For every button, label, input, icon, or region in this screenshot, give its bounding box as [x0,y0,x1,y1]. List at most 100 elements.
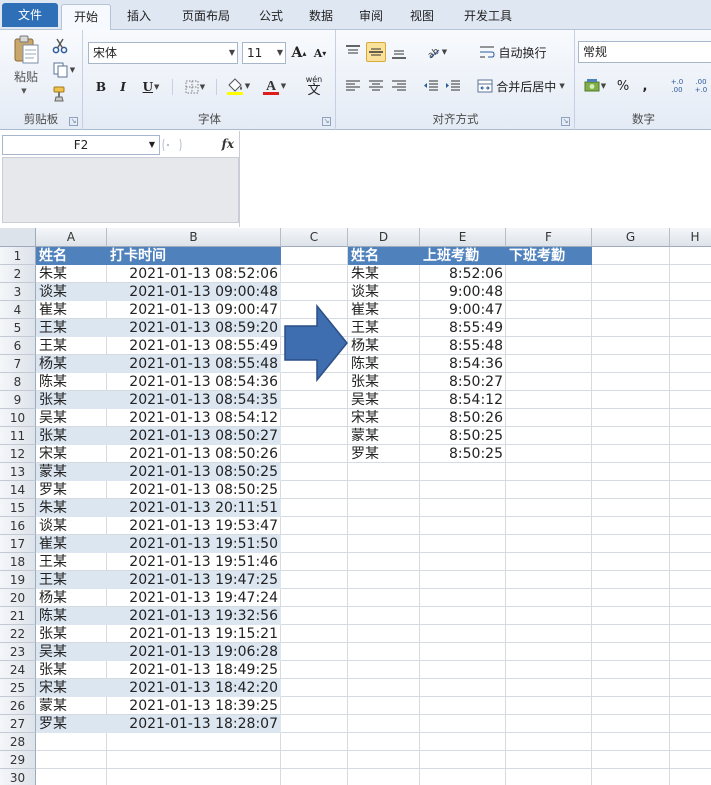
fill-color-dropdown-arrow[interactable]: ▼ [245,82,250,90]
name-cell[interactable]: 王某 [36,553,107,571]
name-cell[interactable]: 张某 [36,661,107,679]
worksheet-grid[interactable]: A B C D E F G H 1 2 3 4 5 6 7 8 9 10 11 12 13 14 15 16 17 18 19 20 2… [0,228,711,785]
name-cell[interactable]: 吴某 [36,643,107,661]
middle-align-button[interactable] [366,42,386,62]
punch-time-cell[interactable]: 2021-01-13 08:52:06 [107,265,281,283]
align-left-button[interactable] [343,76,363,96]
row-header-29[interactable]: 29 [0,751,36,769]
clock-in-cell[interactable]: 9:00:48 [420,283,506,301]
copy-button[interactable]: ▼ [50,60,78,80]
name-cell[interactable]: 张某 [36,391,107,409]
tab-formulas[interactable]: 公式 [247,4,295,30]
wrap-text-button[interactable]: 自动换行 [473,42,553,62]
underline-button[interactable]: U ▼ [136,77,166,97]
number-format-combo[interactable]: 常规 [578,41,711,63]
underline-dropdown-arrow[interactable]: ▼ [154,83,159,91]
row-header-30[interactable]: 30 [0,769,36,785]
column-header-f[interactable]: F [506,228,592,247]
cut-button[interactable] [50,36,70,56]
name-cell[interactable]: 陈某 [36,373,107,391]
row-header-22[interactable]: 22 [0,625,36,643]
name-cell[interactable]: 张某 [36,427,107,445]
column-header-h[interactable]: H [670,228,711,247]
name-cell[interactable]: 杨某 [36,355,107,373]
increase-decimal-button[interactable]: +.0 .00 [666,74,688,98]
tab-view[interactable]: 视图 [398,4,446,30]
orientation-button[interactable]: ab ▼ [421,42,451,62]
format-painter-button[interactable] [50,84,70,104]
name-cell[interactable]: 王某 [36,337,107,355]
punch-time-cell[interactable]: 2021-01-13 20:11:51 [107,499,281,517]
row-header-13[interactable]: 13 [0,463,36,481]
name-cell[interactable]: 谈某 [36,283,107,301]
name-cell[interactable]: 王某 [348,319,420,337]
tab-review[interactable]: 审阅 [347,4,395,30]
row-header-7[interactable]: 7 [0,355,36,373]
row-header-21[interactable]: 21 [0,607,36,625]
row-header-17[interactable]: 17 [0,535,36,553]
name-cell[interactable]: 罗某 [348,445,420,463]
name-cell[interactable]: 陈某 [36,607,107,625]
clock-in-cell[interactable]: 8:55:49 [420,319,506,337]
paste-label[interactable]: 粘贴 [6,68,46,84]
row-header-23[interactable]: 23 [0,643,36,661]
shrink-font-button[interactable]: A ▾ [311,42,329,64]
name-cell[interactable]: 蒙某 [348,427,420,445]
accounting-dropdown-arrow[interactable]: ▼ [601,82,606,90]
row-header-12[interactable]: 12 [0,445,36,463]
punch-time-cell[interactable]: 2021-01-13 08:50:25 [107,481,281,499]
row-header-5[interactable]: 5 [0,319,36,337]
orientation-dropdown-arrow[interactable]: ▼ [442,48,447,56]
row-header-16[interactable]: 16 [0,517,36,535]
merge-dropdown-arrow[interactable]: ▼ [559,82,564,90]
right-arrow-shape[interactable] [283,304,349,382]
name-cell[interactable]: 罗某 [36,715,107,733]
select-all-corner[interactable] [0,228,36,247]
row-header-19[interactable]: 19 [0,571,36,589]
name-cell[interactable]: 王某 [36,571,107,589]
row-header-28[interactable]: 28 [0,733,36,751]
decrease-indent-button[interactable] [421,76,441,96]
row-header-10[interactable]: 10 [0,409,36,427]
column-header-c[interactable]: C [281,228,348,247]
font-name-combo[interactable]: 宋体 ▼ [88,42,238,64]
punch-time-cell[interactable]: 2021-01-13 08:50:26 [107,445,281,463]
header-cell-clock-out[interactable]: 下班考勤 [506,247,592,265]
top-align-button[interactable] [343,42,363,62]
row-header-6[interactable]: 6 [0,337,36,355]
name-cell[interactable]: 宋某 [36,679,107,697]
clock-in-cell[interactable]: 8:50:27 [420,373,506,391]
paste-button[interactable] [8,34,44,66]
name-cell[interactable]: 蒙某 [36,463,107,481]
clipboard-dialog-launcher[interactable]: ↘ [69,117,78,126]
bottom-align-button[interactable] [389,42,409,62]
alignment-dialog-launcher[interactable]: ↘ [561,117,570,126]
row-header-11[interactable]: 11 [0,427,36,445]
decrease-decimal-button[interactable]: .00 +.0 [690,74,711,98]
name-cell[interactable]: 朱某 [348,265,420,283]
column-header-g[interactable]: G [592,228,670,247]
row-header-25[interactable]: 25 [0,679,36,697]
column-header-a[interactable]: A [36,228,107,247]
header-cell-name[interactable]: 姓名 [348,247,420,265]
name-cell[interactable]: 杨某 [348,337,420,355]
tab-insert[interactable]: 插入 [113,4,165,30]
clock-in-cell[interactable]: 8:54:36 [420,355,506,373]
name-cell[interactable]: 吴某 [36,409,107,427]
merge-center-button[interactable]: 合并后居中 ▼ [473,76,569,96]
name-cell[interactable]: 崔某 [36,535,107,553]
punch-time-cell[interactable]: 2021-01-13 19:51:50 [107,535,281,553]
name-cell[interactable]: 朱某 [36,265,107,283]
fill-color-button[interactable]: ▼ [222,75,254,97]
align-right-button[interactable] [389,76,409,96]
name-cell[interactable]: 谈某 [348,283,420,301]
formula-bar-resize-handle[interactable] [162,137,182,153]
name-box[interactable]: F2 ▼ [2,135,160,155]
row-header-14[interactable]: 14 [0,481,36,499]
name-cell[interactable]: 陈某 [348,355,420,373]
header-cell-clock-in[interactable]: 上班考勤 [420,247,506,265]
row-header-15[interactable]: 15 [0,499,36,517]
row-header-20[interactable]: 20 [0,589,36,607]
name-cell[interactable]: 宋某 [36,445,107,463]
header-cell-punch-time[interactable]: 打卡时间 [107,247,281,265]
